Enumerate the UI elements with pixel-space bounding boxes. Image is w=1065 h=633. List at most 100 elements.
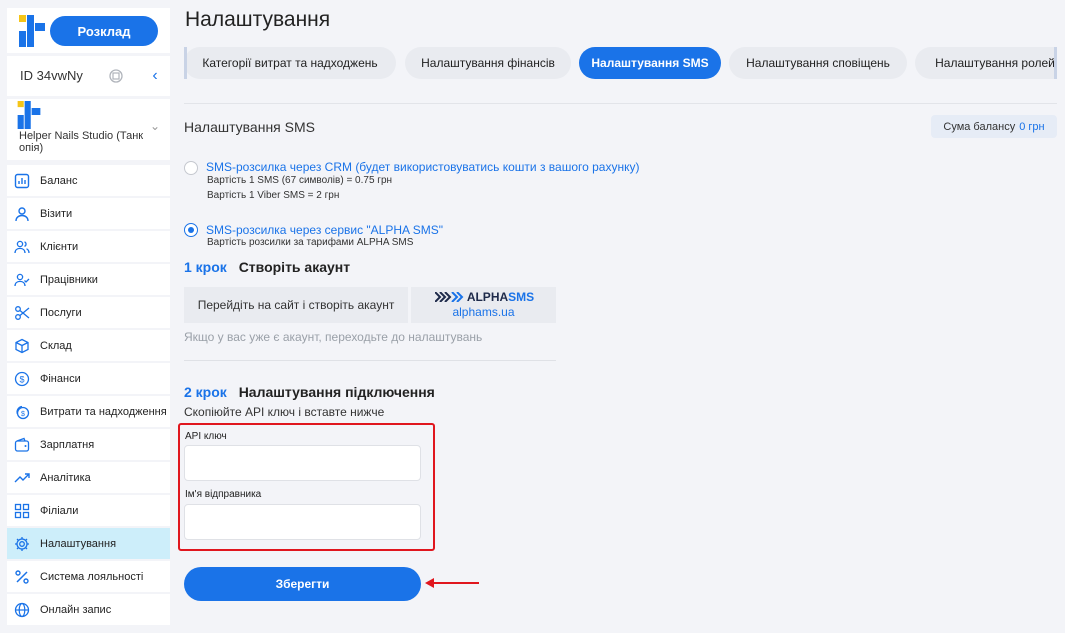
sidebar-item-label: Філіали: [40, 504, 79, 517]
sidebar-item-clients[interactable]: Клієнти: [7, 231, 170, 262]
page-title: Налаштування: [185, 8, 331, 31]
sidebar-item-salary[interactable]: Зарплатня: [7, 429, 170, 460]
user-check-icon: [13, 271, 31, 289]
sidebar-item-label: Працівники: [40, 273, 98, 286]
sidebar-item-label: Онлайн запис: [40, 603, 112, 616]
sidebar-item-label: Баланс: [40, 174, 78, 187]
sidebar-item-expenses[interactable]: $ Витрати та надходження: [7, 396, 170, 427]
sidebar-item-label: Послуги: [40, 306, 82, 319]
option-alpha-price: Вартість розсилки за тарифами ALPHA SMS: [207, 237, 414, 248]
trend-icon: [13, 469, 31, 487]
sidebar-item-label: Налаштування: [40, 537, 117, 550]
balance-label: Сума балансу: [943, 120, 1016, 133]
sender-name-label: Ім'я відправника: [185, 489, 262, 500]
settings-tabs: Категорії витрат та надходжень Налаштува…: [184, 47, 1057, 80]
alpha-sms-logo: ALPHA SMS: [427, 289, 542, 305]
collapse-sidebar-icon[interactable]: ‹: [146, 66, 164, 86]
sidebar: Розклад ID 34vwNy ‹ Helper Nails Studio …: [0, 0, 170, 633]
alpha-logo-sms: SMS: [508, 290, 535, 304]
tab-sms-settings[interactable]: Налаштування SMS: [579, 47, 721, 79]
users-icon: [13, 238, 31, 256]
sidebar-item-label: Витрати та надходження: [40, 405, 167, 418]
tabs-scroll-right[interactable]: [1054, 47, 1057, 79]
alpha-sms-logo-icon: [434, 292, 464, 302]
api-key-input[interactable]: [184, 445, 421, 481]
alpha-sms-link[interactable]: ALPHA SMS alphams.ua: [411, 287, 556, 323]
balance-badge: Сума балансу 0 грн: [931, 115, 1057, 138]
globe-icon: [13, 601, 31, 619]
sidebar-item-label: Склад: [40, 339, 72, 352]
api-key-label: API ключ: [185, 431, 227, 442]
sidebar-item-label: Клієнти: [40, 240, 79, 253]
save-button[interactable]: Зберегти: [184, 567, 421, 601]
radio-sms-alpha[interactable]: [184, 223, 198, 237]
sidebar-item-label: Візити: [40, 207, 73, 220]
copy-icon[interactable]: [108, 68, 124, 84]
sidebar-menu: Баланс Візити Клієнти Працівники Послуги: [7, 165, 170, 627]
user-icon: [13, 205, 31, 223]
schedule-button[interactable]: Розклад: [50, 16, 158, 46]
existing-account-hint: Якщо у вас уже є акаунт, переходьте до н…: [184, 330, 483, 344]
balance-value: 0 грн: [1019, 120, 1045, 133]
id-card: ID 34vwNy ‹: [7, 56, 170, 96]
tab-notification-settings[interactable]: Налаштування сповіщень: [729, 47, 907, 79]
logo-card: Розклад: [7, 8, 170, 53]
sidebar-item-online-booking[interactable]: Онлайн запис: [7, 594, 170, 625]
sender-name-input[interactable]: [184, 504, 421, 540]
sms-section-title: Налаштування SMS: [184, 119, 315, 135]
sidebar-item-label: Система лояльності: [40, 570, 144, 583]
divider: [184, 360, 556, 361]
account-id: ID 34vwNy: [20, 68, 83, 83]
sidebar-item-analytics[interactable]: Аналітика: [7, 462, 170, 493]
dollar-icon: $: [13, 370, 31, 388]
sidebar-item-label: Фінанси: [40, 372, 81, 385]
gear-icon: [13, 535, 31, 553]
alpha-logo-main: ALPHA: [466, 290, 509, 304]
tab-finance-settings[interactable]: Налаштування фінансів: [405, 47, 571, 79]
sidebar-item-finance[interactable]: $ Фінанси: [7, 363, 170, 394]
app-logo-icon: [19, 15, 45, 47]
step2-heading: 2 крок Налаштування підключення: [184, 384, 435, 400]
sidebar-item-label: Зарплатня: [40, 438, 95, 451]
step1-title: Створіть акаунт: [238, 259, 351, 275]
svg-text:$: $: [19, 374, 24, 384]
create-account-button[interactable]: Перейдіть на сайт і створіть акаунт: [184, 287, 408, 323]
sidebar-item-loyalty[interactable]: Система лояльності: [7, 561, 170, 592]
coins-icon: $: [13, 403, 31, 421]
step2-title: Налаштування підключення: [238, 384, 435, 400]
scissors-icon: [13, 304, 31, 322]
tabs-scroll-left[interactable]: [184, 47, 187, 79]
step2-number: 2 крок: [184, 384, 227, 400]
divider: [184, 103, 1057, 104]
studio-name: Helper Nails Studio (Танк опія): [19, 130, 144, 154]
studio-selector[interactable]: Helper Nails Studio (Танк опія) ⌄: [7, 99, 170, 160]
wallet-icon: [13, 436, 31, 454]
chart-icon: [13, 172, 31, 190]
option-crm-price-sms: Вартість 1 SMS (67 символів) = 0.75 грн: [207, 175, 393, 186]
option-crm-price-viber: Вартість 1 Viber SMS = 2 грн: [207, 190, 340, 201]
tab-role-settings[interactable]: Налаштування ролей: [915, 47, 1057, 79]
sidebar-item-services[interactable]: Послуги: [7, 297, 170, 328]
box-icon: [13, 337, 31, 355]
sidebar-item-branches[interactable]: Філіали: [7, 495, 170, 526]
step2-subtitle: Скопіюйте API ключ і вставте нижче: [184, 405, 385, 419]
alpha-sms-url[interactable]: alphams.ua: [411, 305, 556, 319]
chevron-down-icon[interactable]: ⌄: [146, 119, 164, 133]
step1-number: 1 крок: [184, 259, 227, 275]
step1-heading: 1 крок Створіть акаунт: [184, 259, 350, 275]
sidebar-item-employees[interactable]: Працівники: [7, 264, 170, 295]
sidebar-item-label: Аналітика: [40, 471, 91, 484]
arrow-left-icon: [425, 578, 479, 588]
sidebar-item-warehouse[interactable]: Склад: [7, 330, 170, 361]
svg-text:$: $: [21, 411, 25, 418]
studio-logo-icon: [17, 101, 41, 129]
option-crm-label[interactable]: SMS-розсилка через CRM (будет використов…: [206, 160, 639, 174]
percent-icon: [13, 568, 31, 586]
radio-sms-crm[interactable]: [184, 161, 198, 175]
grid-icon: [13, 502, 31, 520]
sidebar-item-settings[interactable]: Налаштування: [7, 528, 170, 559]
tab-expense-categories[interactable]: Категорії витрат та надходжень: [184, 47, 396, 79]
sidebar-item-balance[interactable]: Баланс: [7, 165, 170, 196]
sidebar-item-visits[interactable]: Візити: [7, 198, 170, 229]
option-alpha-label[interactable]: SMS-розсилка через сервис "ALPHA SMS": [206, 223, 443, 237]
